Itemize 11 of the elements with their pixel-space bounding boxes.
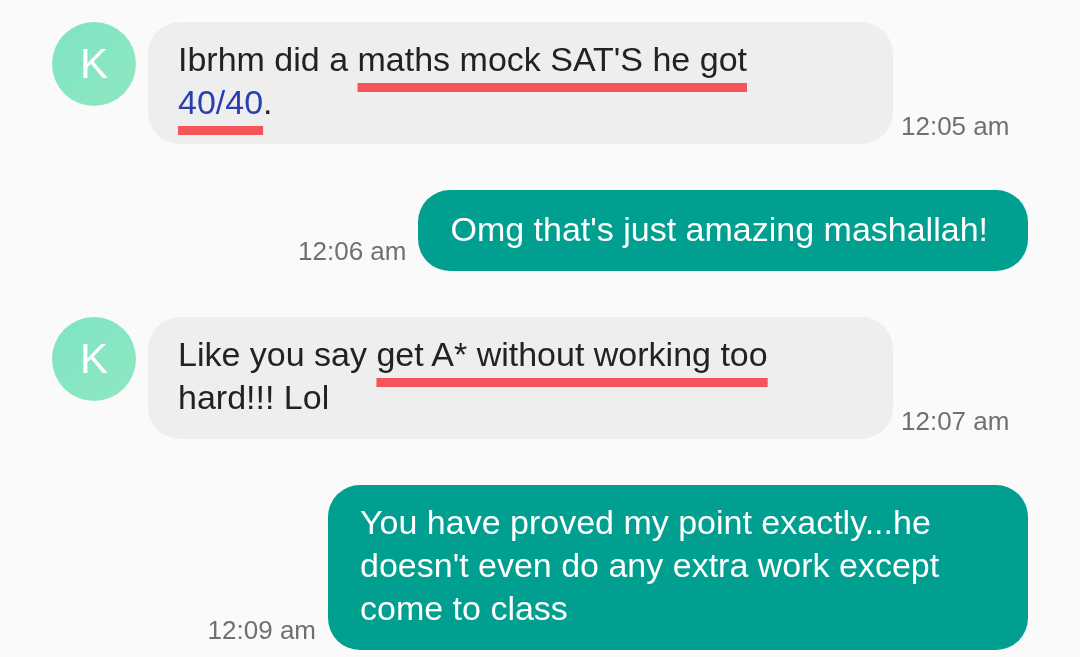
text-link[interactable]: 40/40 [178,83,264,121]
avatar: K [52,22,136,106]
message-text: Omg that's just amazing mashallah! [450,209,988,250]
message-text: Like you say get A* without working too hard!!! Lol [178,334,769,418]
timestamp: 12:05 am [901,111,1010,142]
message-text: You have proved my point exactly...he doesn't even do any extra work except come to class [360,502,941,629]
timestamp: 12:09 am [207,615,316,646]
timestamp: 12:07 am [901,406,1010,437]
timestamp: 12:06 am [298,236,407,267]
avatar: K [52,317,136,401]
message-text: Ibrhm did a maths mock SAT'S he got 40/40. [178,39,748,123]
